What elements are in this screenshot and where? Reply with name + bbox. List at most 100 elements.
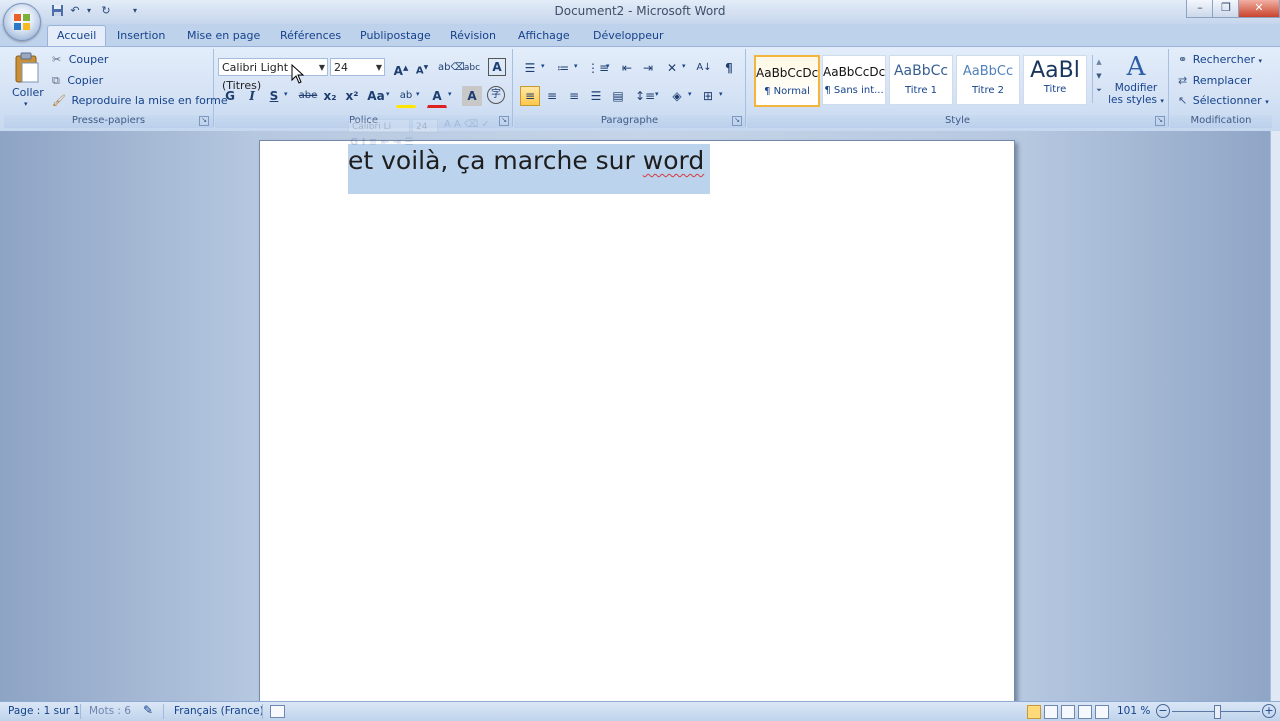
numbering-dropdown-icon[interactable]: ▾ [574,62,578,70]
clipboard-launcher-icon[interactable]: ↘ [199,116,209,126]
mini-font-combo[interactable]: Calibri Li [348,119,410,133]
mini-toolbar[interactable]: Calibri Li 24 A A ⌫ ✓ G I ≡ ⇤ ⇥ ☰ [348,117,558,153]
style-heading-2[interactable]: AaBbCc Titre 2 [956,55,1020,105]
multilevel-dropdown-icon[interactable]: ▾ [606,62,610,70]
change-case-button[interactable]: Aa [364,86,388,106]
numbering-icon[interactable]: ≔ [553,58,573,78]
phonetic-guide-icon[interactable]: abc [462,58,482,78]
strikethrough-button[interactable]: abe [296,86,320,106]
find-dropdown-icon[interactable]: ▾ [1259,57,1263,65]
undo-icon[interactable]: ↶ [68,4,82,18]
modify-styles-button[interactable]: A Modifier les styles ▾ [1108,52,1164,114]
character-shading-icon[interactable]: A [462,86,482,106]
format-painter-button[interactable]: 🖌 Reproduire la mise en forme [52,92,228,110]
align-left-icon[interactable]: ≡ [520,86,540,106]
style-normal[interactable]: AaBbCcDc ¶ Normal [754,55,820,107]
draft-view-icon[interactable] [1095,705,1109,719]
word-count[interactable]: Mots : 6 [89,705,131,717]
asian-layout-icon[interactable]: ✕ [662,58,682,78]
office-button[interactable] [3,3,41,41]
increase-indent-icon[interactable]: ⇥ [638,58,658,78]
style-no-spacing[interactable]: AaBbCcDc ¶ Sans int... [822,55,886,105]
character-border-icon[interactable]: A [488,58,506,76]
highlight-color-icon[interactable]: ab [396,86,416,108]
sort-icon[interactable]: A↓ [694,58,714,78]
gallery-down-icon[interactable]: ▼ [1093,69,1105,83]
save-icon[interactable] [50,4,64,18]
justify-icon[interactable]: ☰ [586,86,606,106]
redo-icon[interactable]: ↻ [99,4,113,18]
pilcrow-icon[interactable]: ¶ [719,58,739,78]
styles-gallery-scroll[interactable]: ▲ ▼ ⏷ [1092,55,1105,103]
close-button[interactable]: ✕ [1238,0,1280,18]
full-screen-reading-icon[interactable] [1044,705,1058,719]
page-count[interactable]: Page : 1 sur 1 [8,705,80,717]
styles-launcher-icon[interactable]: ↘ [1155,116,1165,126]
tab-insertion[interactable]: Insertion [111,27,171,45]
tab-references[interactable]: Références [274,27,347,45]
bold-button[interactable]: G [220,86,240,106]
borders-icon[interactable]: ⊞ [698,86,718,106]
highlight-dropdown-icon[interactable]: ▾ [416,90,420,98]
subscript-button[interactable]: x₂ [320,86,340,106]
paragraph-launcher-icon[interactable]: ↘ [732,116,742,126]
font-size-combo[interactable]: 24 ▼ [330,58,385,76]
maximize-button[interactable]: ❐ [1212,0,1240,18]
font-name-combo[interactable]: Calibri Light (Titres) ▼ [218,58,328,92]
select-button[interactable]: ↖ Sélectionner ▾ [1178,92,1269,110]
tab-accueil[interactable]: Accueil [47,25,107,47]
mini-size-combo[interactable]: 24 [412,119,438,133]
bullets-icon[interactable]: ☰ [520,58,540,78]
shading-dropdown-icon[interactable]: ▾ [688,90,692,98]
vertical-scrollbar[interactable] [1270,131,1280,701]
select-dropdown-icon[interactable]: ▾ [1265,98,1269,106]
gallery-more-icon[interactable]: ⏷ [1093,83,1105,97]
misspelled-word[interactable]: word [643,146,704,175]
find-button[interactable]: ⚭ Rechercher ▾ [1178,51,1262,69]
italic-button[interactable]: I [242,86,262,106]
grow-font-icon[interactable]: A▲ [391,58,411,78]
enclose-characters-icon[interactable]: 字 [487,86,505,104]
macro-icon[interactable] [270,705,285,718]
minimize-button[interactable]: – [1186,0,1214,18]
style-title[interactable]: AaBl Titre [1023,55,1087,105]
tab-affichage[interactable]: Affichage [512,27,576,45]
tab-revision[interactable]: Révision [444,27,502,45]
copy-button[interactable]: ⧉ Copier [52,72,103,90]
cut-button[interactable]: ✂ Couper [52,51,108,69]
borders-dropdown-icon[interactable]: ▾ [719,90,723,98]
document-page[interactable] [259,140,1015,712]
shading-icon[interactable]: ◈ [667,86,687,106]
line-spacing-dropdown-icon[interactable]: ▾ [655,90,659,98]
spellcheck-icon[interactable]: ✎ [143,703,153,717]
underline-dropdown-icon[interactable]: ▾ [284,90,288,98]
tab-developpeur[interactable]: Développeur [587,27,670,45]
multilevel-icon[interactable]: ⋮≡ [586,58,609,78]
style-heading-1[interactable]: AaBbCc Titre 1 [889,55,953,105]
font-name-dropdown-icon[interactable]: ▼ [319,59,325,77]
align-center-icon[interactable]: ≡ [542,86,562,106]
language[interactable]: Français (France) [174,705,264,717]
replace-button[interactable]: ⇄ Remplacer [1178,72,1251,90]
line-spacing-icon[interactable]: ↕≡ [634,86,655,106]
superscript-button[interactable]: x² [342,86,362,106]
font-size-dropdown-icon[interactable]: ▼ [376,59,382,77]
mini-style-icons[interactable]: G I ≡ ⇤ ⇥ ☰ [350,137,413,148]
change-case-dropdown-icon[interactable]: ▾ [386,90,390,98]
zoom-slider-thumb[interactable] [1214,705,1221,719]
gallery-up-icon[interactable]: ▲ [1093,55,1105,69]
zoom-out-icon[interactable]: − [1156,704,1170,718]
print-layout-view-icon[interactable] [1027,705,1041,719]
qat-customize-icon[interactable]: ▾ [128,4,142,18]
mini-format-icons[interactable]: A A ⌫ ✓ [444,119,490,130]
bullets-dropdown-icon[interactable]: ▾ [541,62,545,70]
decrease-indent-icon[interactable]: ⇤ [617,58,637,78]
shrink-font-icon[interactable]: A▼ [412,58,432,78]
outline-view-icon[interactable] [1078,705,1092,719]
clear-format-icon[interactable]: ab⌫ [437,58,465,78]
distributed-icon[interactable]: ▤ [608,86,628,106]
zoom-level[interactable]: 101 % [1117,705,1150,717]
undo-dropdown-icon[interactable]: ▾ [82,4,96,18]
zoom-in-icon[interactable]: + [1262,704,1276,718]
font-color-dropdown-icon[interactable]: ▾ [448,90,452,98]
